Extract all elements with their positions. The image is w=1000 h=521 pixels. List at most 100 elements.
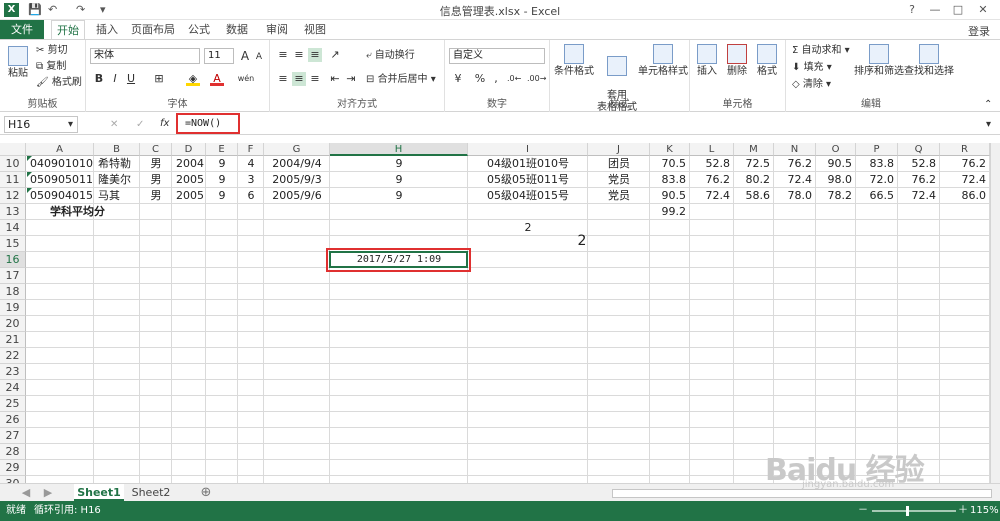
increase-decimal-icon[interactable]: .0← [507,72,521,86]
error-indicator-icon[interactable] [27,188,32,193]
row-header-25[interactable]: 25 [0,396,26,412]
row-header-18[interactable]: 18 [0,284,26,300]
format-cells-button[interactable]: 格式 [752,44,782,78]
cell-a11[interactable]: 050905011 [26,172,94,188]
column-header-m[interactable]: M [734,143,774,156]
bold-button[interactable]: B [92,72,106,86]
name-box-dropdown-icon[interactable]: ▾ [68,118,73,131]
insert-function-button[interactable]: fx [160,117,169,130]
cell-l10[interactable]: 52.8 [690,156,734,172]
cell-m11[interactable]: 80.2 [734,172,774,188]
decrease-decimal-icon[interactable]: .00→ [527,72,546,86]
cell-k10[interactable]: 70.5 [650,156,690,172]
cancel-formula-icon[interactable]: ✕ [110,118,118,131]
column-header-p[interactable]: P [856,143,898,156]
cell-j12[interactable]: 党员 [588,188,650,204]
row-header-17[interactable]: 17 [0,268,26,284]
cell-o11[interactable]: 98.0 [816,172,856,188]
sheet-tab-sheet1[interactable]: Sheet1 [74,484,124,501]
login-link[interactable]: 登录 [968,23,990,39]
row-header-21[interactable]: 21 [0,332,26,348]
autosum-button[interactable]: Σ 自动求和 ▾ [792,44,850,57]
cell-b13[interactable]: 学科平均分 [46,204,156,220]
column-header-j[interactable]: J [588,143,650,156]
row-header-12[interactable]: 12 [0,188,26,204]
add-sheet-button[interactable]: ⊕ [198,484,214,501]
cell-j11[interactable]: 党员 [588,172,650,188]
comma-button[interactable]: , [489,72,503,86]
selected-cell-h16[interactable] [329,251,468,268]
cell-e10[interactable]: 9 [206,156,238,172]
sheet-prev-button[interactable]: ◀ [18,484,34,501]
row-header-20[interactable]: 20 [0,316,26,332]
align-middle-icon[interactable]: ≡ [292,48,306,62]
tab-review[interactable]: 审阅 [262,20,292,40]
error-indicator-icon[interactable] [27,156,32,161]
row-header-29[interactable]: 29 [0,460,26,476]
cell-r12[interactable]: 86.0 [940,188,990,204]
cell-styles-button[interactable]: 单元格样式 [638,44,688,78]
horizontal-scrollbar[interactable] [612,489,992,498]
name-box[interactable]: H16 [4,116,78,133]
align-bottom-icon[interactable]: ≡ [308,48,322,62]
maximize-button[interactable]: □ [948,2,968,18]
cell-k13[interactable]: 99.2 [650,204,690,220]
error-indicator-icon[interactable] [27,172,32,177]
decrease-indent-icon[interactable]: ⇤ [328,72,342,86]
cell-c12[interactable]: 男 [140,188,172,204]
phonetic-button[interactable]: wén [236,72,256,86]
select-all-corner[interactable] [0,143,26,156]
column-header-e[interactable]: E [206,143,238,156]
zoom-out-button[interactable]: － [858,501,868,521]
underline-button[interactable]: U [124,72,138,86]
cell-i12[interactable]: 05级04班015号 [468,188,588,204]
cell-m10[interactable]: 72.5 [734,156,774,172]
insert-cells-button[interactable]: 插入 [692,44,722,78]
cell-m12[interactable]: 58.6 [734,188,774,204]
cell-r10[interactable]: 76.2 [940,156,990,172]
font-name-select[interactable]: 宋体 [90,48,200,64]
cell-k12[interactable]: 90.5 [650,188,690,204]
fill-color-icon[interactable]: ◈ [186,72,200,86]
number-format-select[interactable]: 自定义 [449,48,545,64]
tab-home[interactable]: 开始 [51,20,85,40]
column-header-d[interactable]: D [172,143,206,156]
tab-formulas[interactable]: 公式 [184,20,214,40]
font-size-select[interactable]: 11 [204,48,234,64]
paste-button[interactable]: 粘贴 [4,46,32,80]
wrap-text-button[interactable]: ⤶ 自动换行 [366,49,415,62]
format-painter-button[interactable]: 🖌 格式刷 [36,76,82,89]
cell-g12[interactable]: 2005/9/6 [264,188,330,204]
sheet-tab-sheet2[interactable]: Sheet2 [128,484,174,501]
fill-button[interactable]: ⬇ 填充 ▾ [792,61,832,74]
column-header-n[interactable]: N [774,143,816,156]
vertical-scrollbar[interactable] [990,143,1000,483]
column-header-b[interactable]: B [94,143,140,156]
cell-h10[interactable]: 9 [330,156,468,172]
cell-i11[interactable]: 05级05班011号 [468,172,588,188]
sheet-next-button[interactable]: ▶ [40,484,56,501]
cell-e11[interactable]: 9 [206,172,238,188]
cell-g10[interactable]: 2004/9/4 [264,156,330,172]
cell-l12[interactable]: 72.4 [690,188,734,204]
align-center-icon[interactable]: ≡ [292,72,306,86]
merge-center-button[interactable]: ⊟ 合并后居中 ▾ [366,73,436,86]
cell-f11[interactable]: 3 [238,172,264,188]
cut-button[interactable]: ✂ 剪切 [36,44,68,57]
cell-b11[interactable]: 隆美尔 [94,172,140,188]
tab-data[interactable]: 数据 [222,20,252,40]
cell-h11[interactable]: 9 [330,172,468,188]
row-header-26[interactable]: 26 [0,412,26,428]
cell-b12[interactable]: 马其 [94,188,140,204]
row-header-24[interactable]: 24 [0,380,26,396]
column-header-a[interactable]: A [26,143,94,156]
font-color-button[interactable]: A [210,72,224,86]
cell-i10[interactable]: 04级01班010号 [468,156,588,172]
row-header-11[interactable]: 11 [0,172,26,188]
cell-a12[interactable]: 050904015 [26,188,94,204]
cell-q12[interactable]: 72.4 [898,188,940,204]
currency-icon[interactable]: ¥ [451,72,465,86]
row-header-15[interactable]: 15 [0,236,26,252]
column-header-i[interactable]: I [468,143,588,156]
align-top-icon[interactable]: ≡ [276,48,290,62]
